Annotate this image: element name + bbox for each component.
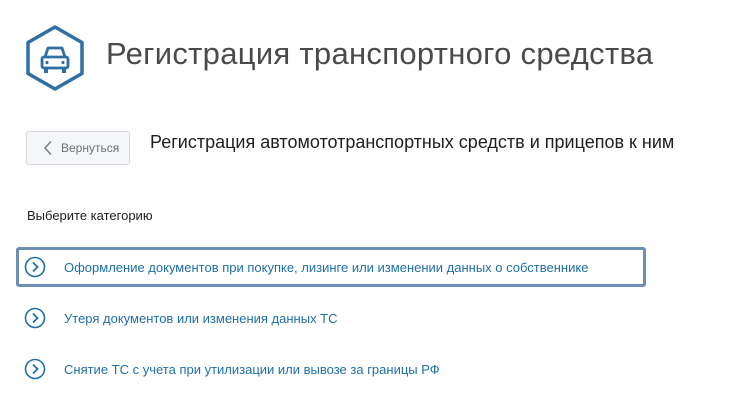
section-title: Регистрация автомототранспортных средств… xyxy=(150,132,675,152)
car-icon xyxy=(24,24,86,92)
chevron-circle-right-icon xyxy=(24,358,46,380)
option-lost-documents[interactable]: Утеря документов или изменения данных ТС xyxy=(16,298,646,338)
option-deregistration[interactable]: Снятие ТС с учета при утилизации или выв… xyxy=(16,349,646,389)
page-title: Регистрация транспортного средства xyxy=(106,36,654,71)
option-purchase-leasing[interactable]: Оформление документов при покупке, лизин… xyxy=(16,247,646,287)
chevron-circle-right-icon xyxy=(24,307,46,329)
option-label: Утеря документов или изменения данных ТС xyxy=(64,310,338,326)
option-label: Оформление документов при покупке, лизин… xyxy=(64,259,589,275)
chevron-left-icon xyxy=(37,131,59,165)
chevron-circle-right-icon xyxy=(24,256,46,278)
back-button[interactable]: Вернуться xyxy=(26,131,130,165)
page: Регистрация транспортного средства Верну… xyxy=(0,0,730,402)
back-button-label: Вернуться xyxy=(61,141,120,155)
option-label: Снятие ТС с учета при утилизации или выв… xyxy=(64,361,440,377)
category-prompt: Выберите категорию xyxy=(27,208,153,223)
